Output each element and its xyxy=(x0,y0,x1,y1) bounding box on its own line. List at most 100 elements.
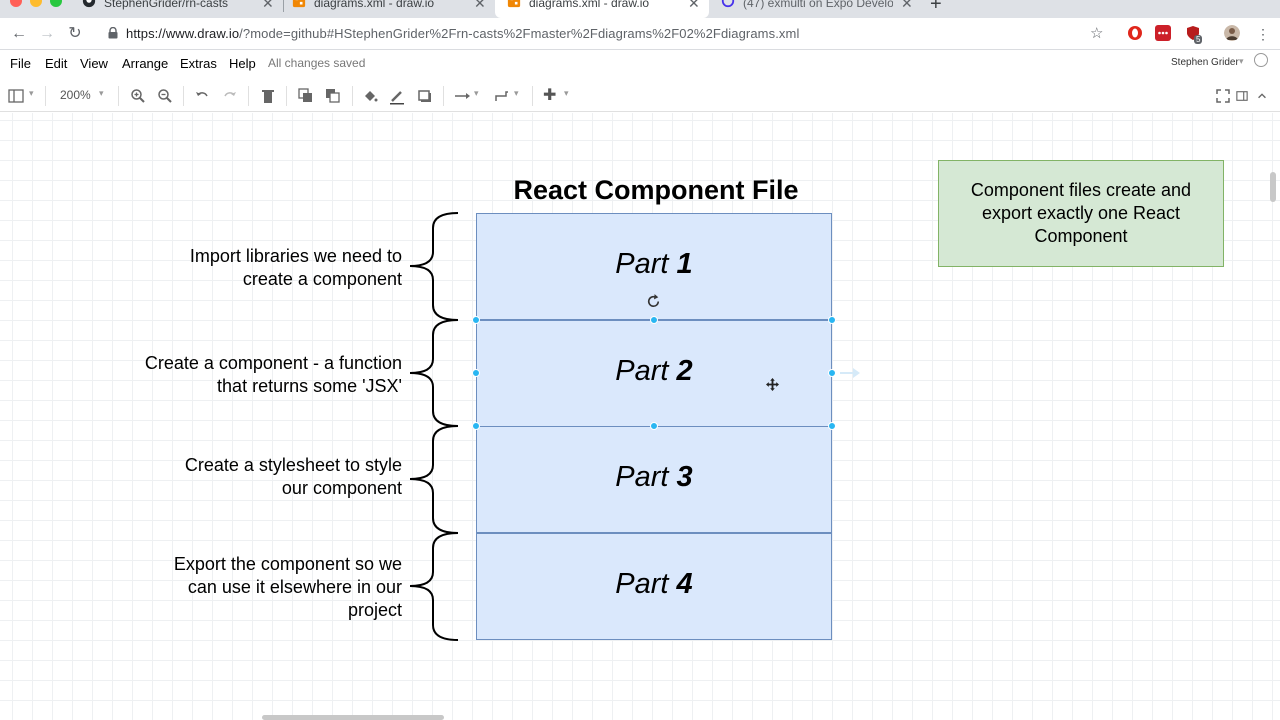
part-prefix: Part xyxy=(615,568,677,600)
description-line: project xyxy=(347,600,402,620)
browser-tab-4[interactable]: (47) exmulti on Expo Develope ✕ xyxy=(709,0,919,18)
maximize-window-icon[interactable] xyxy=(50,0,62,7)
part-2-box[interactable]: Part 2 xyxy=(476,320,832,427)
bookmark-star-icon[interactable]: ☆ xyxy=(1090,24,1103,42)
chevron-down-icon[interactable]: ▾ xyxy=(564,88,569,106)
toolbar-divider xyxy=(286,86,287,106)
resize-handle-se[interactable] xyxy=(828,422,836,430)
chevron-down-icon[interactable]: ▾ xyxy=(99,88,104,106)
minimize-window-icon[interactable] xyxy=(30,0,42,7)
horizontal-scrollbar[interactable] xyxy=(262,715,444,720)
chevron-down-icon[interactable]: ▾ xyxy=(514,88,519,106)
resize-handle-ne[interactable] xyxy=(828,316,836,324)
menu-file[interactable]: File xyxy=(10,56,31,71)
move-cursor-icon xyxy=(766,378,779,391)
description-3[interactable]: Create a stylesheet to style our compone… xyxy=(185,454,402,500)
curly-brace-3[interactable] xyxy=(409,425,459,534)
user-name[interactable]: Stephen Grider xyxy=(1171,57,1239,68)
part-3-box[interactable]: Part 3 xyxy=(476,426,832,533)
resize-handle-e[interactable] xyxy=(828,369,836,377)
drawio-icon xyxy=(507,0,521,8)
app-toolbar: ▾ 200% ▾ ▾ ▾ ✚ ▾ xyxy=(0,80,1280,112)
waypoints-icon[interactable] xyxy=(494,87,512,105)
shadow-icon[interactable] xyxy=(417,87,433,105)
description-line: Export the component so we xyxy=(173,554,402,574)
menu-extras[interactable]: Extras xyxy=(180,56,217,71)
tab-close-icon[interactable]: ✕ xyxy=(474,0,486,12)
close-window-icon[interactable] xyxy=(10,0,22,7)
insert-plus-icon[interactable]: ✚ xyxy=(543,85,556,104)
browser-toolbar: ← → ↻ https://www.draw.io/?mode=github#H… xyxy=(0,18,1280,50)
to-back-icon[interactable] xyxy=(325,87,341,105)
fill-color-icon[interactable] xyxy=(362,87,378,105)
curly-brace-2[interactable] xyxy=(409,319,459,427)
curly-brace-1[interactable] xyxy=(409,212,459,321)
chevron-down-icon[interactable]: ▾ xyxy=(474,88,479,106)
part-number: 1 xyxy=(676,248,693,280)
url-host: https://www.draw.io xyxy=(126,26,240,41)
part-prefix: Part xyxy=(615,461,677,493)
chevron-down-icon[interactable]: ▾ xyxy=(29,88,34,106)
tab-close-icon[interactable]: ✕ xyxy=(688,0,700,12)
resize-handle-nw[interactable] xyxy=(472,316,480,324)
format-panel-icon[interactable] xyxy=(8,87,24,105)
opera-extension-icon[interactable] xyxy=(1127,25,1143,41)
tab-title: diagrams.xml - draw.io xyxy=(529,0,650,10)
resize-handle-sw[interactable] xyxy=(472,422,480,430)
connect-arrow-icon[interactable] xyxy=(838,366,862,380)
forward-button[interactable]: → xyxy=(36,23,58,45)
note-box[interactable]: Component files create and export exactl… xyxy=(938,160,1224,267)
drawio-icon xyxy=(292,0,306,8)
resize-handle-w[interactable] xyxy=(472,369,480,377)
part-prefix: Part xyxy=(615,355,677,387)
fullscreen-icon[interactable] xyxy=(1216,87,1230,105)
diagram-title[interactable]: React Component File xyxy=(476,175,836,206)
url-path: /?mode=github#HStephenGrider%2Frn-casts%… xyxy=(239,26,800,41)
description-1[interactable]: Import libraries we need to create a com… xyxy=(190,245,402,291)
resize-handle-s[interactable] xyxy=(650,422,658,430)
undo-icon[interactable] xyxy=(194,87,210,105)
part-4-label: Part 4 xyxy=(477,568,831,601)
menu-arrange[interactable]: Arrange xyxy=(122,56,168,71)
description-2[interactable]: Create a component - a function that ret… xyxy=(145,352,402,398)
menu-edit[interactable]: Edit xyxy=(45,56,67,71)
tab-close-icon[interactable]: ✕ xyxy=(901,0,913,12)
menu-help[interactable]: Help xyxy=(229,56,256,71)
vertical-scrollbar[interactable] xyxy=(1270,172,1276,202)
resize-handle-n[interactable] xyxy=(650,316,658,324)
zoom-in-icon[interactable] xyxy=(130,87,146,105)
description-4[interactable]: Export the component so we can use it el… xyxy=(174,553,402,622)
delete-icon[interactable] xyxy=(260,87,276,105)
more-options-icon[interactable] xyxy=(1254,53,1268,67)
redo-icon[interactable] xyxy=(222,87,238,105)
browser-menu-icon[interactable]: ⋮ xyxy=(1252,23,1274,45)
tab-title: (47) exmulti on Expo Develope xyxy=(743,0,893,10)
zoom-level[interactable]: 200% xyxy=(60,88,91,102)
part-number: 4 xyxy=(676,568,693,600)
description-line: our component xyxy=(281,478,402,498)
browser-tab-3-active[interactable]: diagrams.xml - draw.io ✕ xyxy=(495,0,709,18)
rotate-handle-icon[interactable] xyxy=(645,293,662,310)
new-tab-button[interactable]: + xyxy=(930,0,942,16)
line-color-icon[interactable] xyxy=(389,87,405,105)
curly-brace-4[interactable] xyxy=(409,532,459,641)
browser-tab-1[interactable]: StephenGrider/rn-casts ✕ xyxy=(70,0,280,18)
collapse-icon[interactable] xyxy=(1256,87,1268,105)
tab-title: diagrams.xml - draw.io xyxy=(314,0,435,10)
connection-arrow-icon[interactable] xyxy=(454,87,472,105)
zoom-out-icon[interactable] xyxy=(157,87,173,105)
profile-avatar[interactable] xyxy=(1224,25,1240,41)
reload-button[interactable]: ↻ xyxy=(64,23,86,45)
lock-icon xyxy=(108,27,118,39)
app-menubar: File Edit View Arrange Extras Help All c… xyxy=(0,51,1280,75)
address-bar[interactable]: https://www.draw.io/?mode=github#HStephe… xyxy=(100,21,1120,47)
back-button[interactable]: ← xyxy=(8,23,30,45)
tab-close-icon[interactable]: ✕ xyxy=(262,0,274,12)
format-toggle-icon[interactable] xyxy=(1236,87,1248,105)
menu-view[interactable]: View xyxy=(80,56,108,71)
chevron-down-icon[interactable]: ▾ xyxy=(1239,56,1244,67)
lastpass-extension-icon[interactable] xyxy=(1155,25,1171,41)
part-4-box[interactable]: Part 4 xyxy=(476,533,832,640)
to-front-icon[interactable] xyxy=(298,87,314,105)
browser-tab-2[interactable]: diagrams.xml - draw.io ✕ xyxy=(280,0,495,18)
